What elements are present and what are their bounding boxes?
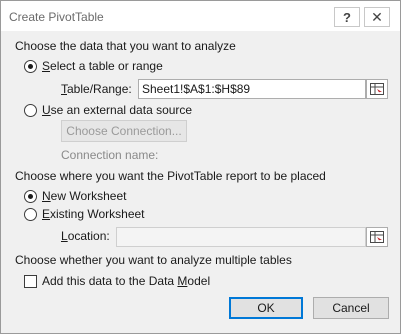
select-table-radio[interactable]: [24, 60, 37, 73]
data-model-label-post: odel: [187, 274, 211, 288]
ok-button[interactable]: OK: [229, 297, 303, 319]
new-worksheet-accel: N: [42, 189, 51, 203]
table-range-input[interactable]: Sheet1!$A$1:$H$89: [138, 79, 366, 99]
connection-name-label: Connection name:: [61, 148, 159, 162]
location-label-rest: ocation:: [67, 229, 110, 243]
cancel-button[interactable]: Cancel: [313, 297, 389, 319]
new-worksheet-radio[interactable]: [24, 190, 37, 203]
choose-connection-button[interactable]: Choose Connection...: [61, 120, 187, 142]
location-label: Location:: [61, 229, 110, 243]
data-model-checkbox[interactable]: [24, 275, 37, 288]
select-table-label[interactable]: Select a table or range: [42, 59, 163, 73]
select-table-label-rest: elect a table or range: [50, 59, 163, 73]
create-pivottable-dialog: Create PivotTable ? ✕ Choose the data th…: [0, 0, 401, 334]
table-range-ref-button[interactable]: [366, 79, 388, 99]
multi-tables-section-title: Choose whether you want to analyze multi…: [15, 253, 292, 267]
existing-worksheet-radio[interactable]: [24, 208, 37, 221]
data-model-label-pre: Add this data to the Data: [42, 274, 178, 288]
external-source-label-rest: se an external data source: [50, 103, 193, 117]
external-source-label[interactable]: Use an external data source: [42, 103, 192, 117]
external-source-radio[interactable]: [24, 104, 37, 117]
title-bar: Create PivotTable ? ✕: [1, 1, 400, 31]
existing-worksheet-label-rest: xisting Worksheet: [50, 207, 145, 221]
existing-worksheet-accel: E: [42, 207, 51, 221]
source-section-title: Choose the data that you want to analyze: [15, 39, 236, 53]
external-source-accel: U: [42, 103, 51, 117]
range-selector-icon: [370, 83, 384, 95]
existing-worksheet-label[interactable]: Existing Worksheet: [42, 207, 145, 221]
location-input[interactable]: [116, 227, 366, 247]
location-ref-button[interactable]: [366, 227, 388, 247]
range-selector-icon: [370, 231, 384, 243]
table-range-label: Table/Range:: [61, 82, 132, 96]
data-model-accel: M: [177, 274, 188, 288]
select-table-accel: S: [42, 59, 51, 73]
data-model-label[interactable]: Add this data to the Data Model: [42, 274, 210, 288]
location-accel: L: [61, 229, 68, 243]
placement-section-title: Choose where you want the PivotTable rep…: [15, 169, 326, 183]
new-worksheet-label[interactable]: New Worksheet: [42, 189, 126, 203]
dialog-title: Create PivotTable: [9, 10, 104, 24]
help-icon: ?: [343, 9, 351, 25]
close-icon: ✕: [371, 8, 383, 25]
help-button[interactable]: ?: [334, 7, 360, 27]
table-range-label-rest: able/Range:: [67, 82, 132, 96]
close-button[interactable]: ✕: [364, 7, 390, 27]
new-worksheet-label-rest: ew Worksheet: [50, 189, 127, 203]
